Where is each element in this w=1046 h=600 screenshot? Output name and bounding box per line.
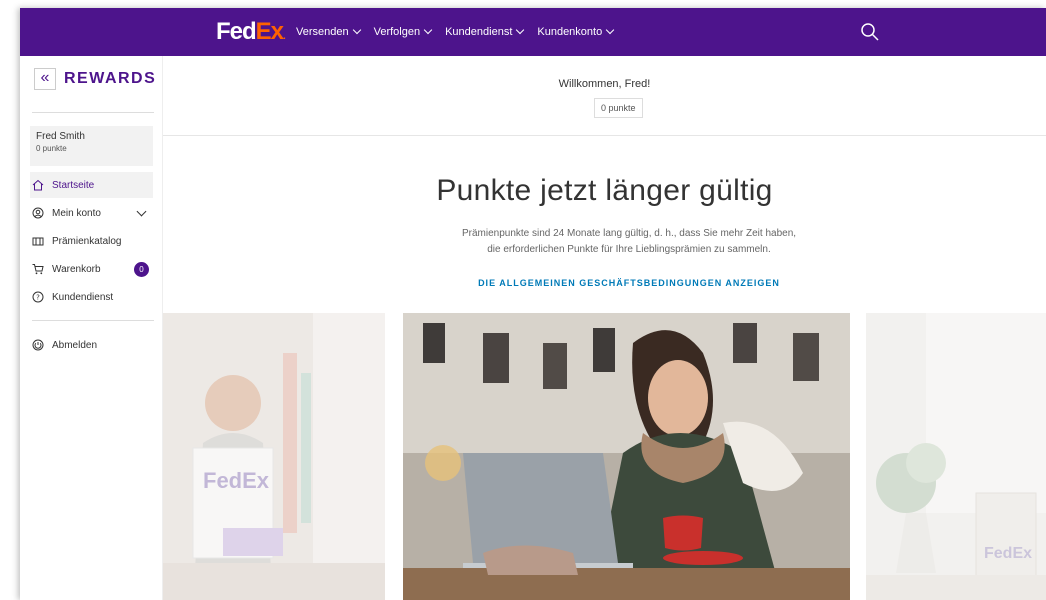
nav-label: Kundenkonto xyxy=(537,26,603,38)
top-navigation-bar: FedEx. Versenden Verfolgen Kundendienst … xyxy=(20,8,1046,56)
logo-ex: Ex xyxy=(255,18,284,45)
logo-fed: Fed xyxy=(216,18,257,45)
promo-image-woman-laptop[interactable] xyxy=(403,313,850,600)
nav-kundenkonto[interactable]: Kundenkonto xyxy=(537,25,615,38)
sidebar-item-abmelden[interactable]: Abmelden xyxy=(30,332,153,358)
sidebar-item-kundendienst[interactable]: ? Kundendienst xyxy=(30,284,153,310)
promo-image-left[interactable]: FedEx xyxy=(163,313,385,600)
browser-window: FedEx. Versenden Verfolgen Kundendienst … xyxy=(20,8,1046,600)
sidebar-item-warenkorb[interactable]: Warenkorb 0 xyxy=(30,256,153,282)
search-icon[interactable] xyxy=(860,22,880,42)
nav-label: Verfolgen xyxy=(373,26,421,38)
sidebar-item-label: Startseite xyxy=(52,179,95,191)
welcome-section: Willkommen, Fred! 0 punkte xyxy=(163,56,1046,136)
svg-text:FedEx: FedEx xyxy=(984,545,1032,562)
divider xyxy=(32,320,154,321)
points-badge: 0 punkte xyxy=(594,98,643,118)
svg-text:FedEx: FedEx xyxy=(203,468,270,493)
nav-label: Kundendienst xyxy=(445,26,513,38)
user-name: Fred Smith xyxy=(36,131,85,142)
divider xyxy=(32,112,154,113)
welcome-message: Willkommen, Fred! xyxy=(558,78,651,90)
help-icon: ? xyxy=(32,291,44,303)
sidebar-item-praemienkatalog[interactable]: Prämienkatalog xyxy=(30,228,153,254)
nav-label: Versenden xyxy=(296,26,349,38)
fedex-logo[interactable]: FedEx. xyxy=(216,18,286,49)
sidebar-item-startseite[interactable]: Startseite xyxy=(30,172,153,198)
chevron-down-icon xyxy=(516,25,525,35)
nav-verfolgen[interactable]: Verfolgen xyxy=(373,25,433,38)
cart-icon xyxy=(32,264,44,275)
sidebar-item-label: Warenkorb xyxy=(52,263,101,275)
logo-dot: . xyxy=(283,31,286,42)
nav-versenden[interactable]: Versenden xyxy=(296,25,361,38)
sidebar-item-label: Abmelden xyxy=(52,339,98,351)
user-icon xyxy=(32,207,44,219)
promo-image-right[interactable]: FedEx xyxy=(866,313,1046,600)
user-points: 0 punkte xyxy=(36,144,67,153)
user-summary: Fred Smith 0 punkte xyxy=(30,126,153,166)
hero-description: Prämienpunkte sind 24 Monate lang gültig… xyxy=(461,228,797,255)
sidebar-item-mein-konto[interactable]: Mein konto xyxy=(30,200,153,226)
sidebar-item-label: Mein konto xyxy=(52,207,101,219)
rewards-title: REWARDS xyxy=(64,70,157,87)
main-content: Willkommen, Fred! 0 punkte Punkte jetzt … xyxy=(163,56,1046,600)
chevron-down-icon xyxy=(605,25,615,35)
chevron-down-icon xyxy=(352,25,361,35)
catalog-icon xyxy=(32,237,44,246)
collapse-sidebar-button[interactable]: « xyxy=(34,68,56,90)
sidebar: « REWARDS Fred Smith 0 punkte Startseite… xyxy=(20,56,163,600)
home-icon xyxy=(32,179,44,191)
terms-link[interactable]: DIE ALLGEMEINEN GESCHÄFTSBEDINGUNGEN ANZ… xyxy=(163,278,1046,288)
main-nav: Versenden Verfolgen Kundendienst Kundenk… xyxy=(296,8,627,56)
svg-text:?: ? xyxy=(36,294,40,302)
hero-title: Punkte jetzt länger gültig xyxy=(436,174,773,207)
sidebar-item-label: Prämienkatalog xyxy=(52,235,122,247)
chevron-down-icon xyxy=(423,25,433,35)
nav-kundendienst[interactable]: Kundendienst xyxy=(445,25,525,38)
sidebar-item-label: Kundendienst xyxy=(52,291,114,303)
chevron-down-icon[interactable] xyxy=(136,206,147,217)
logout-icon xyxy=(32,339,44,351)
cart-count-badge: 0 xyxy=(134,262,149,277)
